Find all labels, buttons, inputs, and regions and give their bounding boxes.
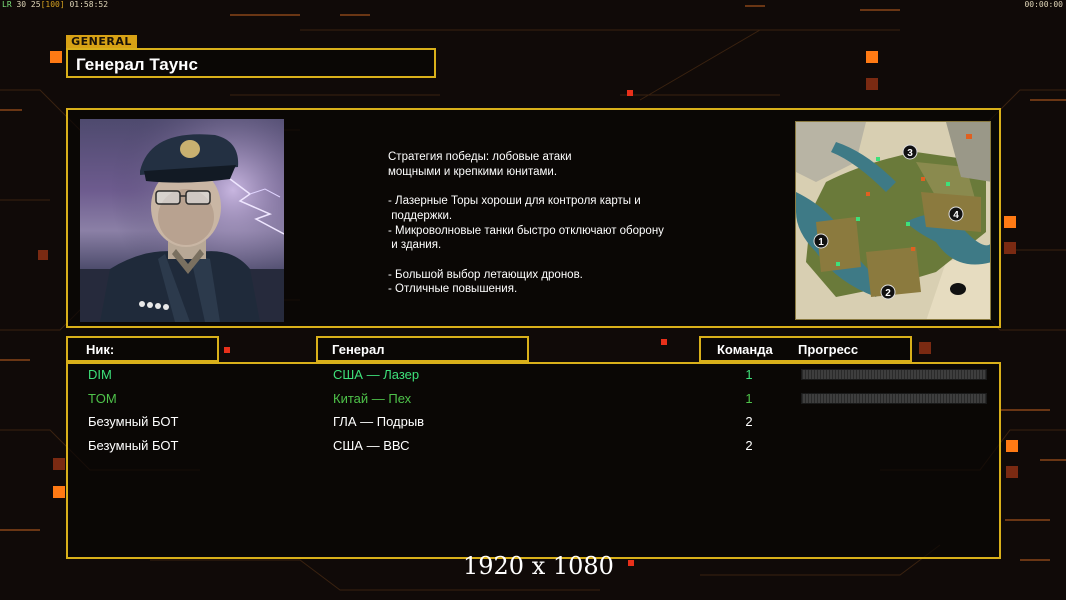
player-progress-bar [801,369,987,380]
player-general: Китай — Пех [333,391,412,406]
player-team: 1 [745,367,753,382]
general-title-box: Генерал Таунс [66,48,436,78]
map-slot-label: 1 [818,237,824,248]
player-row: DIM США — Лазер 1 [68,364,1003,388]
header-general: Генерал [332,342,385,357]
player-general: ГЛА — Подрыв [333,414,425,429]
header-progress: Прогресс [798,342,859,357]
hud-right-clock: 00:00:00 [1024,0,1063,9]
player-row: Безумный БОТ ГЛА — Подрыв 2 [68,411,1003,435]
player-row: TOM Китай — Пех 1 [68,388,1003,412]
general-portrait [80,119,284,322]
player-team: 1 [745,391,753,406]
player-nick: Безумный БОТ [88,414,179,429]
general-name: Генерал Таунс [76,55,198,74]
hud-game-clock: 01:58:52 [69,0,109,9]
player-general: США — ВВС [333,438,410,453]
player-nick: TOM [88,391,117,406]
hud-stats-bracket: [100] [40,0,65,9]
hud-stats: LR 30 25[100] 01:58:52 [2,0,108,9]
header-nick: Ник: [86,342,115,357]
hud-stats-values: 30 25 [16,0,41,9]
general-info-panel: Стратегия победы: лобовые атаки мощными … [66,108,1001,328]
hud-lr-label: LR [2,0,12,9]
map-slot-label: 4 [953,210,959,221]
header-team: Команда [717,342,773,357]
player-general: США — Лазер [333,367,420,382]
player-team: 2 [745,438,753,453]
player-progress-bar [801,393,987,404]
player-nick: DIM [88,367,112,382]
header-nick-box: Ник: [66,336,219,362]
player-nick: Безумный БОТ [88,438,179,453]
map-slot-label: 3 [907,148,913,159]
map-preview: 3 4 1 2 [795,121,991,320]
resolution-label: 1920 x 1080 [463,552,614,580]
player-team: 2 [745,414,753,429]
general-description: Стратегия победы: лобовые атаки мощными … [388,151,664,296]
players-panel: DIM США — Лазер 1 TOM Китай — Пех 1 Безу… [66,362,1001,559]
player-row: Безумный БОТ США — ВВС 2 [68,435,1003,459]
map-slot-label: 2 [885,288,891,299]
header-general-box: Генерал [316,336,529,362]
header-team-progress-box: Команда Прогресс [699,336,912,362]
general-tag: GENERAL [66,35,137,48]
